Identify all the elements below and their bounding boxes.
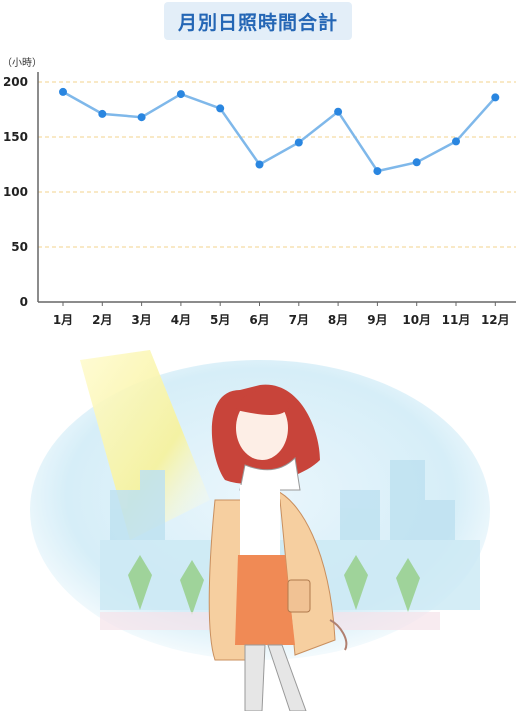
sunshine-line-chart: 0 50 100 150 200 1月 2月 3月 4月 5月 6月 7月 8月 9月 10月 11月 12月 — [3, 72, 516, 327]
y-tick-label: 100 — [3, 185, 28, 199]
x-tick-label: 9月 — [367, 313, 387, 327]
x-tick-label: 6月 — [249, 313, 269, 327]
y-tick-label: 200 — [3, 75, 28, 89]
data-point — [373, 167, 382, 176]
series-line — [62, 90, 497, 173]
x-tick-label: 12月 — [481, 313, 510, 327]
x-tick-label: 10月 — [402, 313, 431, 327]
data-point — [334, 107, 343, 116]
data-point — [255, 160, 264, 169]
data-point — [176, 90, 185, 99]
data-point — [216, 104, 225, 113]
woman-walking-illustration — [30, 350, 490, 711]
data-point — [412, 158, 421, 167]
data-point — [491, 93, 500, 102]
data-point — [452, 137, 460, 146]
x-tick-label: 2月 — [92, 313, 112, 327]
x-tick-label: 11月 — [442, 313, 471, 327]
x-tick-label: 7月 — [289, 313, 309, 327]
y-tick-label: 0 — [20, 295, 28, 309]
y-tick-label: 50 — [11, 240, 28, 254]
data-point — [59, 87, 67, 96]
x-tick-label: 8月 — [328, 313, 348, 327]
data-point — [98, 109, 107, 118]
y-tick-label: 150 — [3, 130, 28, 144]
data-point — [294, 138, 303, 147]
x-tick-label: 5月 — [210, 313, 230, 327]
x-tick-label: 3月 — [131, 313, 151, 327]
data-point — [137, 113, 146, 122]
x-tick-label: 4月 — [171, 313, 191, 327]
x-tick-label: 1月 — [53, 313, 73, 327]
